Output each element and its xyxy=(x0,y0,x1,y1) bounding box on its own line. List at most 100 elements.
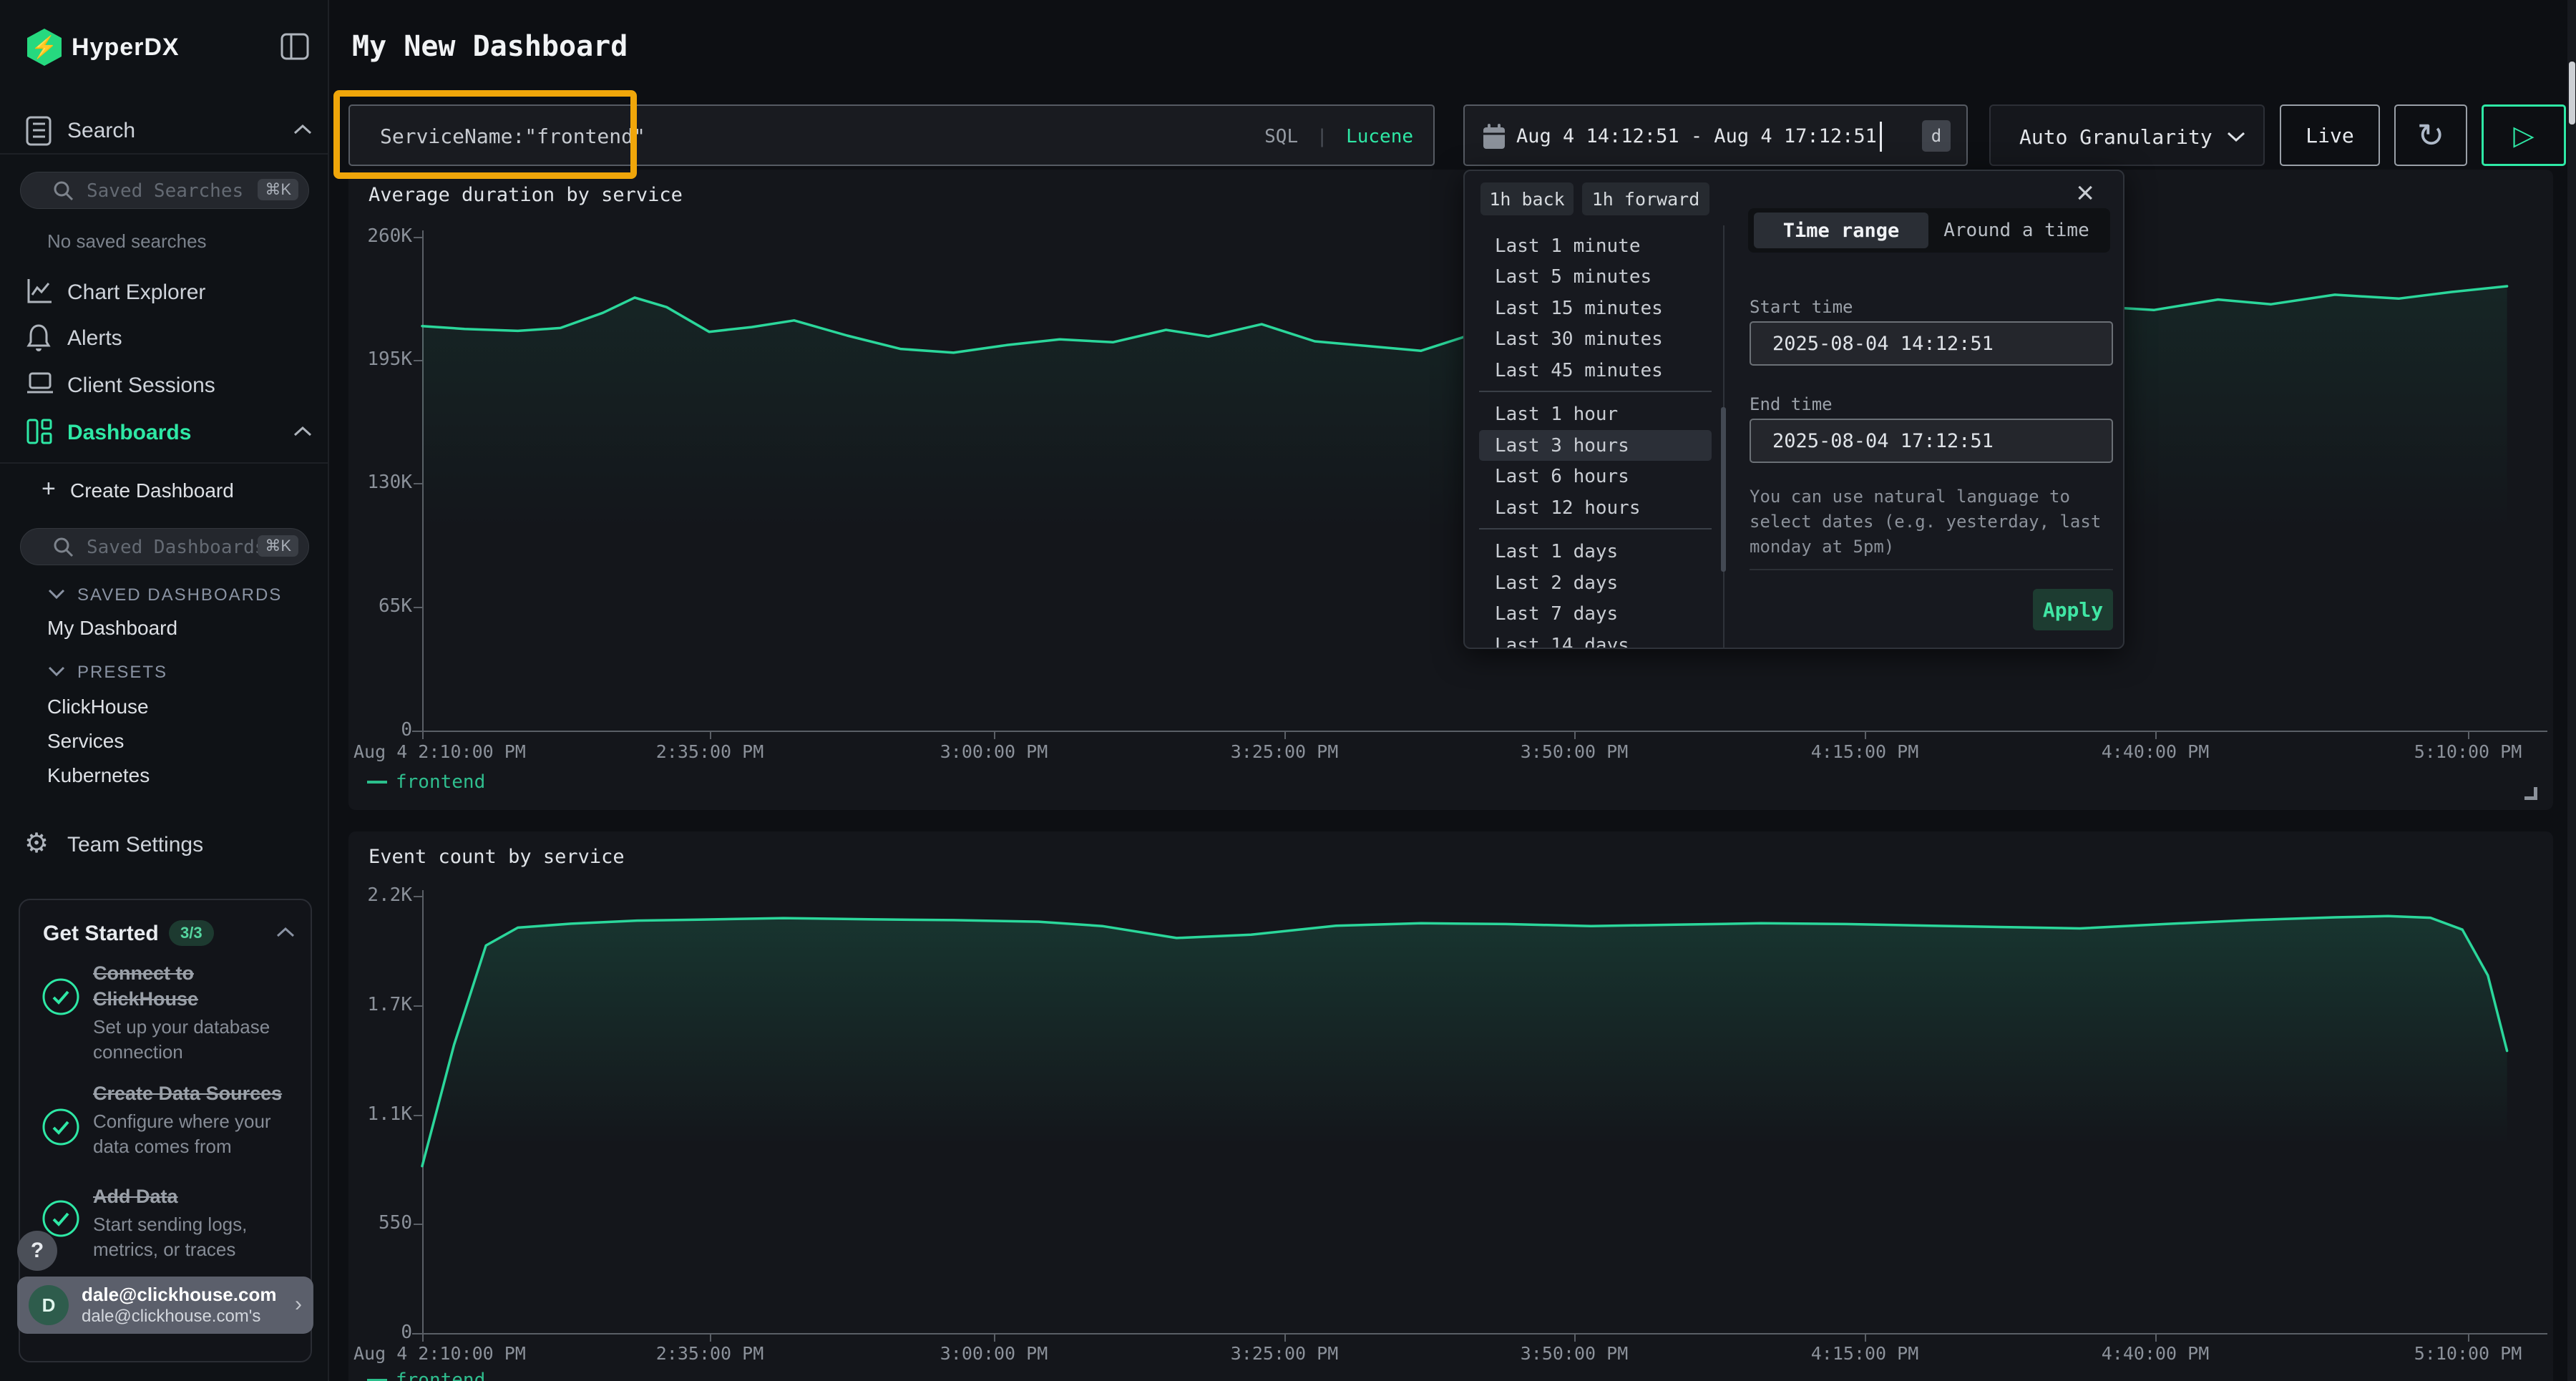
panel-resize-handle[interactable] xyxy=(2524,787,2537,800)
sidebar-item-search[interactable]: Search xyxy=(0,113,329,153)
x-tick-label: 4:15:00 PM xyxy=(1779,1343,1951,1364)
help-button[interactable]: ? xyxy=(17,1231,57,1271)
x-tick-label: Aug 4 2:10:00 PM xyxy=(353,741,526,762)
sidebar-item-kubernetes[interactable]: Kubernetes xyxy=(47,764,150,787)
back-1h-button[interactable]: 1h back xyxy=(1480,182,1574,215)
chart-legend[interactable]: frontend xyxy=(367,1370,485,1381)
relative-time-option[interactable]: Last 1 hour xyxy=(1479,399,1712,430)
get-started-item[interactable]: Connect to ClickHouse Set up your databa… xyxy=(93,960,291,1065)
y-tick-label: 550 xyxy=(333,1212,412,1234)
time-range-input[interactable]: Aug 4 14:12:51 - Aug 4 17:12:51 d xyxy=(1463,104,1968,166)
lucene-mode-toggle[interactable]: Lucene xyxy=(1346,126,1413,147)
chevron-up-icon xyxy=(292,123,313,136)
dashboards-grid-icon xyxy=(26,418,53,445)
end-time-input[interactable]: 2025-08-04 17:12:51 xyxy=(1750,419,2113,463)
sidebar-item-chart-explorer[interactable]: Chart Explorer xyxy=(0,275,329,315)
relative-time-option[interactable]: Last 30 minutes xyxy=(1479,324,1712,355)
saved-dashboards-input[interactable]: Saved Dashboards ⌘K xyxy=(20,528,309,565)
tab-time-range[interactable]: Time range xyxy=(1754,213,1928,248)
bell-icon xyxy=(26,323,52,353)
legend-line-swatch xyxy=(367,781,387,784)
close-icon[interactable]: × xyxy=(2076,175,2094,211)
chart-title: Average duration by service xyxy=(369,184,683,206)
time-picker-popover: 1h back 1h forward × Last 1 minuteLast 5… xyxy=(1463,170,2124,649)
sidebar-item-services[interactable]: Services xyxy=(47,730,124,753)
chart-title: Event count by service xyxy=(369,846,625,868)
saved-searches-input[interactable]: Saved Searches ⌘K xyxy=(20,172,309,209)
get-started-item[interactable]: Add Data Start sending logs, metrics, or… xyxy=(93,1184,291,1262)
sidebar-item-label: Alerts xyxy=(67,326,122,351)
relative-time-option[interactable]: Last 14 days xyxy=(1479,630,1712,649)
relative-time-option[interactable]: Last 15 minutes xyxy=(1479,293,1712,323)
sidebar-item-alerts[interactable]: Alerts xyxy=(0,321,329,361)
relative-time-option[interactable]: Last 6 hours xyxy=(1479,462,1712,492)
search-doc-icon xyxy=(26,116,52,146)
sidebar-item-team-settings[interactable]: ⚙ Team Settings xyxy=(0,827,329,867)
avatar: D xyxy=(29,1285,69,1325)
sidebar-item-dashboards[interactable]: Dashboards xyxy=(0,415,329,455)
chevron-down-icon xyxy=(47,665,66,677)
x-tick-label: 3:00:00 PM xyxy=(908,1343,1080,1364)
page-scrollbar-thumb[interactable] xyxy=(2569,62,2575,125)
get-started-item[interactable]: Create Data Sources Configure where your… xyxy=(93,1080,291,1159)
sidebar-item-client-sessions[interactable]: Client Sessions xyxy=(0,368,329,408)
user-menu[interactable]: D dale@clickhouse.com dale@clickhouse.co… xyxy=(17,1277,313,1334)
y-tick-label: 130K xyxy=(333,472,412,493)
text-caret xyxy=(1880,122,1882,152)
refresh-icon: ↻ xyxy=(2417,116,2445,155)
natural-language-note: You can use natural language to select d… xyxy=(1750,484,2124,560)
chevron-up-icon[interactable] xyxy=(275,926,296,939)
run-query-button[interactable]: ▷ xyxy=(2482,104,2566,166)
chart-legend[interactable]: frontend xyxy=(367,771,485,793)
relative-time-option[interactable]: Last 3 hours xyxy=(1479,430,1712,461)
apply-button[interactable]: Apply xyxy=(2033,589,2113,630)
x-tick-label: 3:50:00 PM xyxy=(1488,741,1660,762)
shortcut-badge: ⌘K xyxy=(258,179,298,200)
relative-time-option[interactable]: Last 1 days xyxy=(1479,537,1712,567)
section-saved-dashboards[interactable]: SAVED DASHBOARDS xyxy=(77,585,282,605)
start-time-input[interactable]: 2025-08-04 14:12:51 xyxy=(1750,321,2113,366)
user-email: dale@clickhouse.com xyxy=(82,1284,276,1306)
relative-time-option[interactable]: Last 7 days xyxy=(1479,599,1712,630)
relative-time-option[interactable]: Last 1 minute xyxy=(1479,230,1712,261)
granularity-select[interactable]: Auto Granularity xyxy=(1989,104,2265,166)
live-button[interactable]: Live xyxy=(2280,104,2380,166)
check-circle-icon xyxy=(42,1108,80,1146)
relative-time-option[interactable]: Last 45 minutes xyxy=(1479,355,1712,386)
y-tick-label: 2.2K xyxy=(333,884,412,906)
scrollbar-thumb[interactable] xyxy=(1721,407,1726,572)
sidebar-item-clickhouse[interactable]: ClickHouse xyxy=(47,696,149,718)
section-presets[interactable]: PRESETS xyxy=(77,663,167,683)
get-started-title: Get Started xyxy=(43,922,159,946)
tab-around-a-time[interactable]: Around a time xyxy=(1928,213,2104,248)
sidebar-item-my-dashboard[interactable]: My Dashboard xyxy=(47,617,177,640)
x-tick-label: 2:35:00 PM xyxy=(624,1343,796,1364)
y-tick-label: 260K xyxy=(333,225,412,247)
x-tick-label: 3:25:00 PM xyxy=(1199,1343,1370,1364)
sql-mode-toggle[interactable]: SQL xyxy=(1264,126,1298,147)
divider xyxy=(1479,528,1712,530)
x-tick-label: 5:10:00 PM xyxy=(2382,1343,2554,1364)
page-scrollbar-track[interactable] xyxy=(2567,0,2576,1381)
collapse-sidebar-icon[interactable] xyxy=(280,33,309,60)
x-tick-label: 4:15:00 PM xyxy=(1779,741,1951,762)
sidebar-item-label: Chart Explorer xyxy=(67,280,205,305)
granularity-value: Auto Granularity xyxy=(2019,125,2212,149)
relative-time-option[interactable]: Last 5 minutes xyxy=(1479,262,1712,293)
create-dashboard-button[interactable]: + Create Dashboard xyxy=(0,472,329,512)
y-tick-label: 1.1K xyxy=(333,1103,412,1125)
start-time-label: Start time xyxy=(1750,297,1853,317)
divider xyxy=(0,462,328,464)
refresh-button[interactable]: ↻ xyxy=(2394,104,2467,166)
divider xyxy=(1750,569,2113,570)
search-icon xyxy=(52,536,75,559)
create-dashboard-label: Create Dashboard xyxy=(70,479,234,502)
x-tick-label: 4:40:00 PM xyxy=(2069,1343,2241,1364)
chart-explorer-icon xyxy=(26,278,53,305)
sidebar-item-label: Dashboards xyxy=(67,421,191,445)
chart-line-svg xyxy=(412,889,2555,1336)
relative-time-option[interactable]: Last 2 days xyxy=(1479,567,1712,598)
relative-time-option[interactable]: Last 12 hours xyxy=(1479,492,1712,523)
time-range-text: Aug 4 14:12:51 - Aug 4 17:12:51 xyxy=(1516,125,1877,147)
forward-1h-button[interactable]: 1h forward xyxy=(1582,182,1709,215)
